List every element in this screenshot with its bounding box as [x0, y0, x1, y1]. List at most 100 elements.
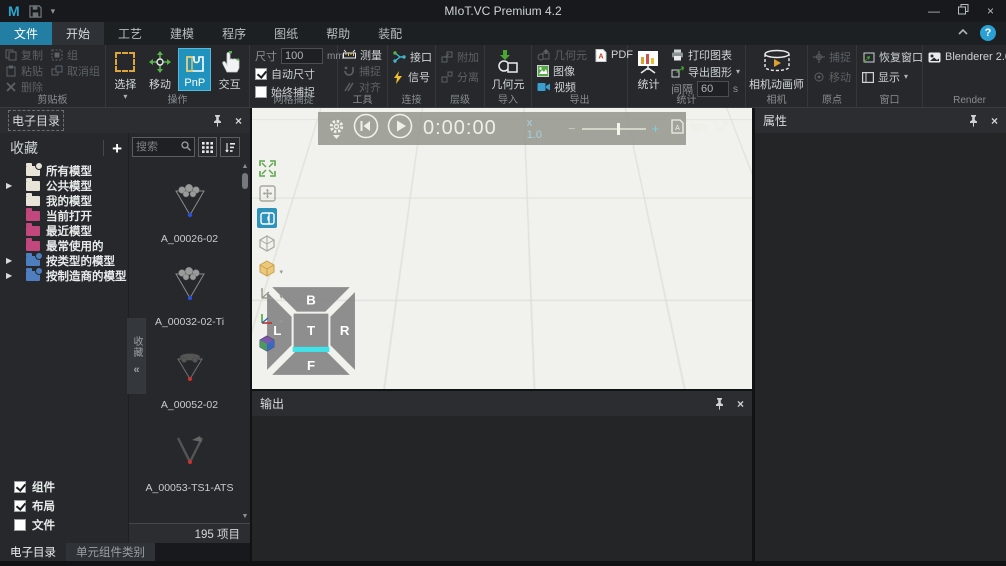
close-icon[interactable]: ×	[737, 397, 744, 411]
copy-button[interactable]: 复制	[3, 48, 45, 62]
output-content[interactable]	[252, 416, 752, 561]
tree-item-models-by-manufacturer[interactable]: ▶按制造商的模型	[0, 268, 128, 283]
export-image-button[interactable]: 图像	[535, 64, 589, 78]
tab-home[interactable]: 开始	[52, 22, 104, 45]
model-item[interactable]: A_00052-02	[129, 345, 250, 428]
filter-components[interactable]: 组件	[14, 479, 128, 495]
restore-button[interactable]	[958, 4, 969, 18]
tab-drawing[interactable]: 图纸	[260, 22, 312, 45]
origin-move-button[interactable]: 移动	[811, 70, 853, 84]
tab-modeling[interactable]: 建模	[156, 22, 208, 45]
scroll-down-icon[interactable]: ▼	[242, 513, 249, 521]
pin-icon[interactable]	[714, 398, 725, 410]
model-item[interactable]: A_00026-02	[129, 179, 250, 262]
tab-assembly[interactable]: 装配	[364, 22, 416, 45]
minimize-button[interactable]: —	[928, 4, 940, 18]
speed-decrease-icon[interactable]: −	[568, 121, 576, 136]
pin-icon[interactable]	[212, 115, 223, 127]
search-input[interactable]	[136, 141, 181, 153]
tree-item-all-models[interactable]: 所有模型	[0, 163, 128, 178]
export-geometry-button[interactable]: 几何元	[535, 48, 589, 62]
tab-file[interactable]: 文件	[0, 22, 52, 45]
pin-icon[interactable]	[968, 115, 979, 127]
expand-arrow-icon[interactable]: ▶	[6, 181, 12, 190]
wireframe-mode-icon[interactable]	[257, 233, 277, 253]
tree-item-most-used[interactable]: 最常使用的	[0, 238, 128, 253]
projection-toggle-icon[interactable]	[257, 208, 277, 228]
expand-arrow-icon[interactable]: ▶	[6, 256, 12, 265]
scrollbar-thumb[interactable]	[242, 173, 248, 189]
detach-button[interactable]: 分离	[439, 70, 481, 84]
tree-item-currently-open[interactable]: 当前打开	[0, 208, 128, 223]
export-graph-button[interactable]: 导出图形▾	[669, 65, 742, 79]
close-icon[interactable]: ×	[235, 114, 242, 128]
speed-slider-handle[interactable]	[617, 123, 620, 135]
tree-item-recent-models[interactable]: 最近模型	[0, 223, 128, 238]
layouts-checkbox[interactable]	[14, 500, 26, 512]
paste-button[interactable]: 粘贴	[3, 64, 45, 78]
tree-item-public-models[interactable]: ▶公共模型	[0, 178, 128, 193]
measure-button[interactable]: 测量	[341, 48, 384, 62]
app-logo[interactable]: M	[8, 4, 20, 18]
tab-ecatalog[interactable]: 电子目录	[0, 543, 66, 561]
restore-window-button[interactable]: 恢复窗口	[860, 50, 925, 64]
shaded-mode-icon[interactable]: ▾	[257, 258, 277, 278]
quick-access-menu-icon[interactable]: ▾	[51, 6, 56, 17]
properties-content[interactable]	[755, 133, 1006, 561]
tab-process[interactable]: 工艺	[104, 22, 156, 45]
model-item[interactable]: A_00032-02-Ti	[129, 262, 250, 345]
ungroup-button[interactable]: 取消组	[49, 64, 102, 78]
fullscreen-icon[interactable]	[257, 158, 277, 178]
move-button[interactable]: 移动	[144, 48, 177, 93]
navigation-cube[interactable]: B T L R F	[264, 284, 358, 378]
model-list-scrollbar[interactable]: ▲ ▼	[241, 163, 249, 521]
collapse-ribbon-icon[interactable]	[958, 24, 968, 42]
fit-view-icon[interactable]	[257, 183, 277, 203]
auto-size-checkbox-box[interactable]	[255, 68, 267, 80]
camera-animator-button[interactable]: 相机动画师	[749, 48, 804, 93]
speed-slider[interactable]: − +	[568, 121, 659, 136]
statistics-button[interactable]: 统计	[631, 48, 666, 93]
speed-increase-icon[interactable]: +	[652, 121, 660, 136]
model-item[interactable]: A_00053-TS1-ATS	[129, 428, 250, 511]
world-frame-icon[interactable]	[257, 333, 277, 353]
attach-button[interactable]: 附加	[439, 50, 481, 64]
interact-button[interactable]: 交互	[213, 48, 246, 93]
filter-layouts[interactable]: 布局	[14, 498, 128, 514]
record-video-icon[interactable]	[690, 120, 707, 138]
close-icon[interactable]: ×	[991, 114, 998, 128]
play-button[interactable]	[387, 113, 413, 144]
add-favorite-button[interactable]: +	[112, 140, 122, 157]
export-pdf-icon[interactable]: A	[671, 119, 684, 139]
reset-button[interactable]	[353, 113, 379, 144]
axes-icon[interactable]: ▾	[257, 308, 277, 328]
simulation-settings-icon[interactable]	[328, 118, 345, 139]
tab-cell-component-category[interactable]: 单元组件类别	[66, 543, 155, 561]
origin-snap-button[interactable]: 捕捉	[811, 50, 853, 64]
components-checkbox[interactable]	[14, 481, 26, 493]
interface-button[interactable]: 接口	[391, 50, 434, 64]
favorites-collapse-handle[interactable]: 收藏 «	[127, 318, 146, 394]
tree-item-my-models[interactable]: 我的模型	[0, 193, 128, 208]
blenderer-button[interactable]: Blenderer 2.0	[926, 50, 1006, 64]
sort-button[interactable]	[220, 137, 240, 157]
auto-size-checkbox[interactable]: 自动尺寸	[253, 67, 346, 81]
print-chart-button[interactable]: 打印图表	[669, 48, 742, 62]
close-button[interactable]: ×	[987, 4, 994, 18]
save-icon[interactable]	[29, 5, 42, 18]
pnp-button[interactable]: PnP	[178, 48, 211, 91]
group-button[interactable]: 组	[49, 48, 102, 62]
origin-frame-icon[interactable]: ▾	[257, 283, 277, 303]
signal-button[interactable]: 信号	[391, 70, 434, 84]
help-icon[interactable]: ?	[980, 25, 996, 41]
display-button[interactable]: 显示▾	[860, 70, 925, 84]
expand-arrow-icon[interactable]: ▶	[6, 271, 12, 280]
scroll-up-icon[interactable]: ▲	[242, 163, 249, 171]
tab-help[interactable]: 帮助	[312, 22, 364, 45]
grid-view-button[interactable]	[198, 137, 218, 157]
tab-program[interactable]: 程序	[208, 22, 260, 45]
filter-files[interactable]: 文件	[14, 517, 128, 533]
speed-slider-track[interactable]	[582, 128, 646, 130]
import-geometry-button[interactable]: 几何元	[488, 48, 528, 93]
files-checkbox[interactable]	[14, 519, 26, 531]
